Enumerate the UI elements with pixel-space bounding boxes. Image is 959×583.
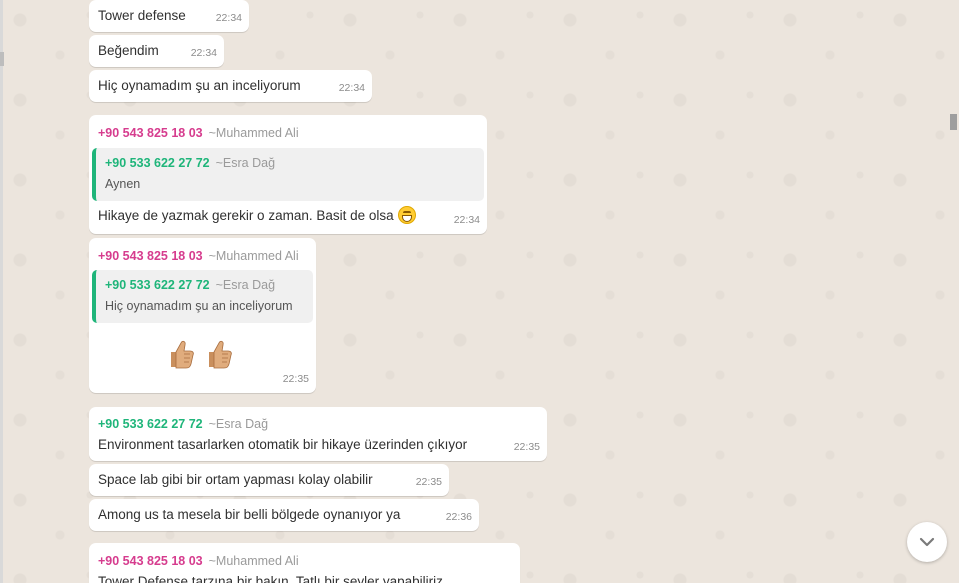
message-text: Hikaye de yazmak gerekir o zaman. Basit … (98, 208, 394, 223)
message-bubble[interactable]: Among us ta mesela bir belli bölgede oyn… (89, 499, 479, 531)
sender-phone[interactable]: +90 543 825 18 03 (98, 554, 203, 568)
sender-line: +90 543 825 18 03 ~Muhammed Ali (98, 552, 299, 571)
quoted-text: Aynen (105, 177, 141, 191)
message-time: 22:34 (453, 214, 480, 226)
message-bubble[interactable]: +90 543 825 18 03 ~Muhammed Ali +90 533 6… (89, 115, 487, 234)
quoted-text: Hiç oynamadım şu an inceliyorum (105, 299, 293, 313)
chevron-down-icon (919, 537, 935, 547)
message-bubble[interactable]: Tower defense 22:34 (89, 0, 249, 32)
quoted-phone: +90 533 622 27 72 (105, 278, 210, 292)
quoted-phone: +90 533 622 27 72 (105, 156, 210, 170)
sender-line: +90 543 825 18 03 ~Muhammed Ali (98, 124, 299, 143)
message-text: Tower defense (98, 8, 186, 23)
message-text-line: Hikaye de yazmak gerekir o zaman. Basit … (98, 206, 416, 225)
sender-phone[interactable]: +90 543 825 18 03 (98, 126, 203, 140)
message-text: Beğendim (98, 43, 159, 58)
quoted-sender: +90 533 622 27 72 ~Esra Dağ (105, 154, 275, 173)
message-text: Among us ta mesela bir belli bölgede oyn… (98, 507, 401, 522)
message-text: Tower Defense tarzına bir bakın. Tatlı b… (98, 574, 443, 583)
grinning-face-icon (397, 206, 416, 224)
message-time: 22:34 (190, 47, 217, 59)
sender-name: ~Muhammed Ali (208, 554, 299, 568)
message-bubble[interactable]: +90 533 622 27 72 ~Esra Dağ Environment t… (89, 407, 547, 461)
scroll-down-button[interactable] (907, 522, 947, 562)
quoted-sender: +90 533 622 27 72 ~Esra Dağ (105, 276, 275, 295)
message-time: 22:35 (415, 476, 442, 488)
thumbs-up-icon (171, 340, 194, 369)
scrollbar-thumb[interactable] (950, 114, 957, 130)
message-bubble[interactable]: +90 543 825 18 03 ~Muhammed Ali Tower Def… (89, 543, 520, 583)
message-time: 22:36 (445, 511, 472, 523)
message-text: Environment tasarlarken otomatik bir hik… (98, 437, 468, 452)
sender-name: ~Esra Dağ (208, 417, 269, 431)
sender-phone[interactable]: +90 543 825 18 03 (98, 249, 203, 263)
message-bubble[interactable]: Beğendim 22:34 (89, 35, 224, 67)
quoted-name: ~Esra Dağ (215, 278, 276, 292)
sender-line: +90 543 825 18 03 ~Muhammed Ali (98, 247, 299, 266)
message-text: Hiç oynamadım şu an inceliyorum (98, 78, 301, 93)
quoted-message[interactable]: +90 533 622 27 72 ~Esra Dağ Hiç oynamadım… (92, 270, 313, 323)
message-time: 22:34 (338, 82, 365, 94)
sender-name: ~Muhammed Ali (208, 249, 299, 263)
message-time: 22:35 (513, 441, 540, 453)
left-border (0, 0, 3, 583)
sender-line: +90 533 622 27 72 ~Esra Dağ (98, 415, 268, 434)
thumbs-up-icon (209, 340, 232, 369)
quoted-message[interactable]: +90 533 622 27 72 ~Esra Dağ Aynen (92, 148, 484, 201)
sender-name: ~Muhammed Ali (208, 126, 299, 140)
message-text: Space lab gibi bir ortam yapması kolay o… (98, 472, 373, 487)
left-marker (0, 52, 4, 66)
message-bubble[interactable]: Hiç oynamadım şu an inceliyorum 22:34 (89, 70, 372, 102)
message-bubble[interactable]: +90 543 825 18 03 ~Muhammed Ali +90 533 6… (89, 238, 316, 393)
message-bubble[interactable]: Space lab gibi bir ortam yapması kolay o… (89, 464, 449, 496)
quoted-name: ~Esra Dağ (215, 156, 276, 170)
message-time: 22:34 (215, 12, 242, 24)
message-time: 22:35 (282, 373, 309, 385)
sender-phone[interactable]: +90 533 622 27 72 (98, 417, 203, 431)
